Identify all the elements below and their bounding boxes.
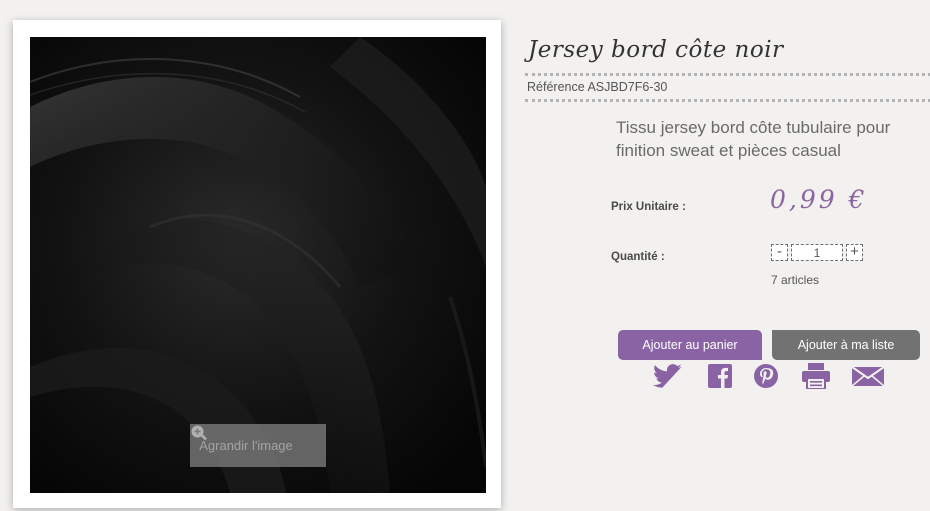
- facebook-icon[interactable]: [704, 362, 736, 390]
- zoom-image-button[interactable]: Agrandir l'image: [190, 424, 326, 467]
- zoom-in-icon: [191, 425, 317, 455]
- quantity-increase-button[interactable]: +: [846, 244, 863, 261]
- quantity-input[interactable]: [791, 244, 843, 261]
- divider: [525, 99, 930, 102]
- email-icon[interactable]: [852, 362, 884, 390]
- product-image[interactable]: Agrandir l'image: [30, 37, 486, 493]
- twitter-icon[interactable]: [652, 362, 684, 390]
- quantity-label: Quantité :: [611, 251, 665, 263]
- price-label: Prix Unitaire :: [611, 201, 686, 213]
- stock-count: 7 articles: [771, 273, 820, 287]
- print-icon[interactable]: [800, 362, 832, 390]
- product-title: Jersey bord côte noir: [528, 37, 784, 63]
- add-to-cart-button[interactable]: Ajouter au panier: [618, 330, 762, 360]
- quantity-decrease-button[interactable]: -: [771, 244, 788, 261]
- pinterest-icon[interactable]: [750, 362, 782, 390]
- add-to-list-button[interactable]: Ajouter à ma liste: [772, 330, 920, 360]
- zoom-label: Agrandir l'image: [199, 438, 293, 453]
- divider: [525, 73, 930, 76]
- product-image-frame: Agrandir l'image: [13, 20, 501, 508]
- unit-price: 0,99 €: [770, 185, 868, 214]
- product-reference: Référence ASJBD7F6-30: [527, 80, 668, 94]
- share-icons: [652, 362, 892, 392]
- product-description: Tissu jersey bord côte tubulaire pour fi…: [616, 118, 891, 160]
- quantity-stepper: - +: [771, 244, 863, 261]
